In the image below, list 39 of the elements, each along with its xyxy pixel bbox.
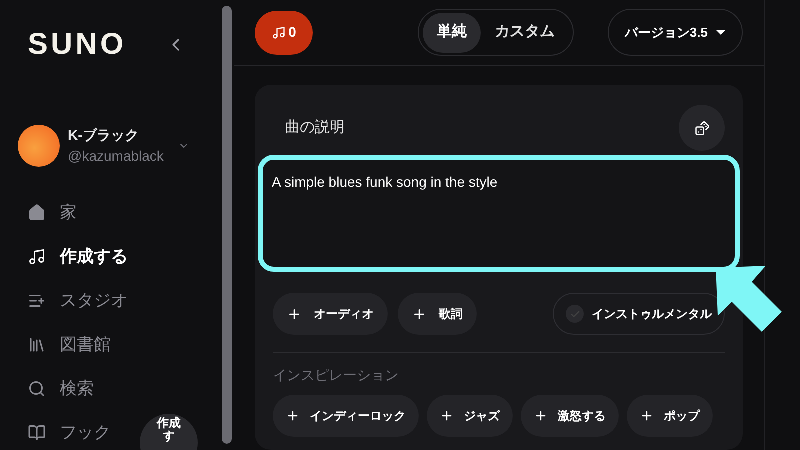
credits-button[interactable]: 0 <box>255 10 313 54</box>
user-name: K-ブラック <box>68 126 140 145</box>
inspiration-chip[interactable]: 激怒する <box>521 395 619 437</box>
inspiration-chip[interactable]: インディーロック <box>273 395 419 437</box>
mode-tab[interactable]: カスタム <box>481 12 569 52</box>
description-label: 曲の説明 <box>285 118 345 138</box>
random-button[interactable] <box>679 105 725 151</box>
search-icon <box>28 380 46 398</box>
user-handle: @kazumablack <box>68 147 164 166</box>
caret-icon <box>716 30 726 35</box>
mode-tab[interactable]: 単純 <box>423 12 481 52</box>
add-chip[interactable]: 歌詞 <box>398 293 477 335</box>
book-icon <box>28 424 46 442</box>
nav-item[interactable]: 図書館 <box>28 331 210 359</box>
nav-item[interactable]: 家 <box>28 199 210 227</box>
dice-icon <box>694 120 710 136</box>
nav-item[interactable]: 作成する <box>28 243 210 271</box>
plus-icon <box>412 306 427 322</box>
logo: SUNO <box>28 30 127 60</box>
nav-item[interactable]: スタジオ <box>28 287 210 315</box>
home-icon <box>28 204 46 222</box>
plus-icon <box>287 306 302 322</box>
plus-icon <box>286 409 300 423</box>
add-chip[interactable]: オーディオ <box>273 293 388 335</box>
inspiration-label: インスピレーション <box>273 366 400 385</box>
music-note-icon <box>272 26 286 40</box>
nav-item[interactable]: 検索 <box>28 375 210 403</box>
plus-icon <box>440 409 454 423</box>
description-field[interactable]: A simple blues funk song in the style <box>258 155 740 272</box>
create-button[interactable]: 作成す <box>140 414 198 450</box>
music-note-icon <box>28 248 46 266</box>
inspiration-chip[interactable]: ジャズ <box>427 395 513 437</box>
version-dropdown[interactable]: バージョン3.5 <box>608 9 743 56</box>
plus-icon <box>640 409 654 423</box>
library-icon <box>28 336 46 354</box>
avatar <box>18 125 60 167</box>
inspiration-chip[interactable]: ポップ <box>627 395 713 437</box>
list-plus-icon <box>28 292 46 310</box>
plus-icon <box>534 409 548 423</box>
